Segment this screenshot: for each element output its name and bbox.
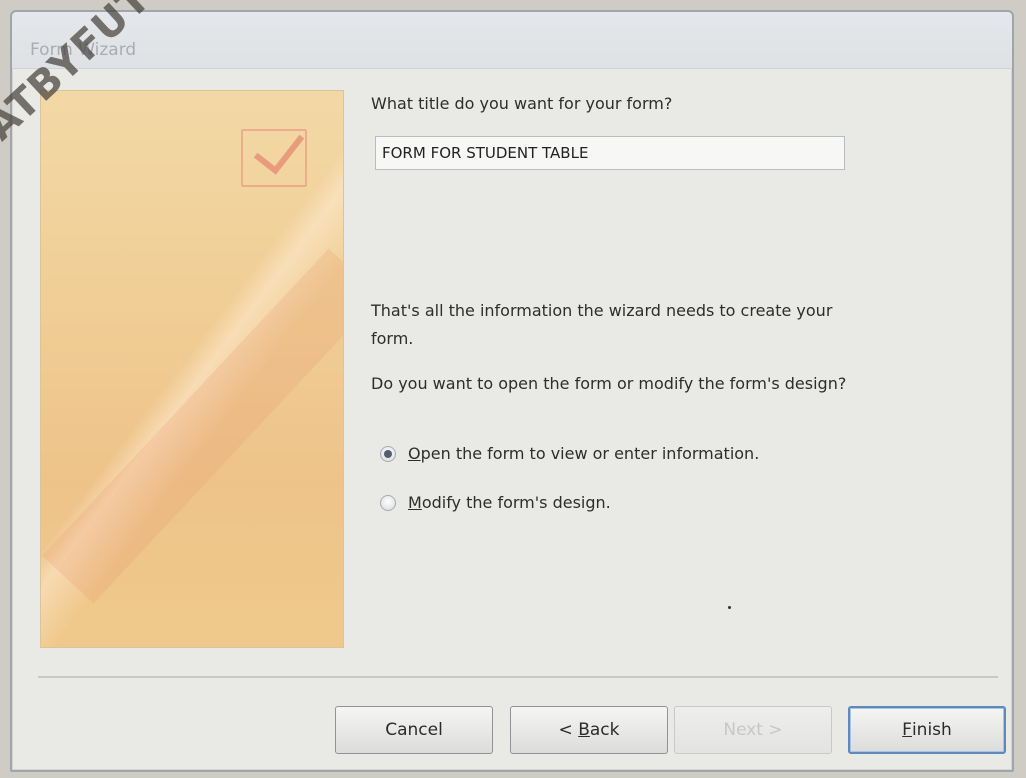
cancel-button[interactable]: Cancel (335, 706, 493, 754)
option-modify-design-label: Modify the form's design. (408, 493, 611, 512)
side-image-stripe (42, 248, 343, 604)
form-title-input[interactable] (375, 136, 845, 170)
checkmark-form-icon (241, 129, 307, 187)
option-open-form-label: Open the form to view or enter informati… (408, 444, 760, 463)
window-title: Form Wizard (30, 40, 137, 60)
button-separator (38, 676, 998, 678)
stray-dot (728, 606, 731, 609)
option-open-form[interactable]: Open the form to view or enter informati… (380, 444, 759, 463)
next-button[interactable]: Next > (674, 706, 832, 754)
title-question-label: What title do you want for your form? (371, 94, 673, 113)
info-text-line1: That's all the information the wizard ne… (371, 301, 833, 320)
radio-icon[interactable] (380, 445, 396, 462)
radio-icon[interactable] (380, 494, 396, 511)
option-modify-design[interactable]: Modify the form's design. (380, 493, 611, 512)
wizard-side-image (40, 90, 344, 648)
title-bar[interactable]: Form Wizard (12, 12, 1012, 69)
form-wizard-window: Form Wizard What title do you want for y… (10, 10, 1014, 772)
info-text-line2: form. (371, 329, 414, 348)
finish-button[interactable]: Finish (848, 706, 1006, 754)
open-or-modify-question: Do you want to open the form or modify t… (371, 374, 847, 393)
back-button[interactable]: < Back (510, 706, 668, 754)
